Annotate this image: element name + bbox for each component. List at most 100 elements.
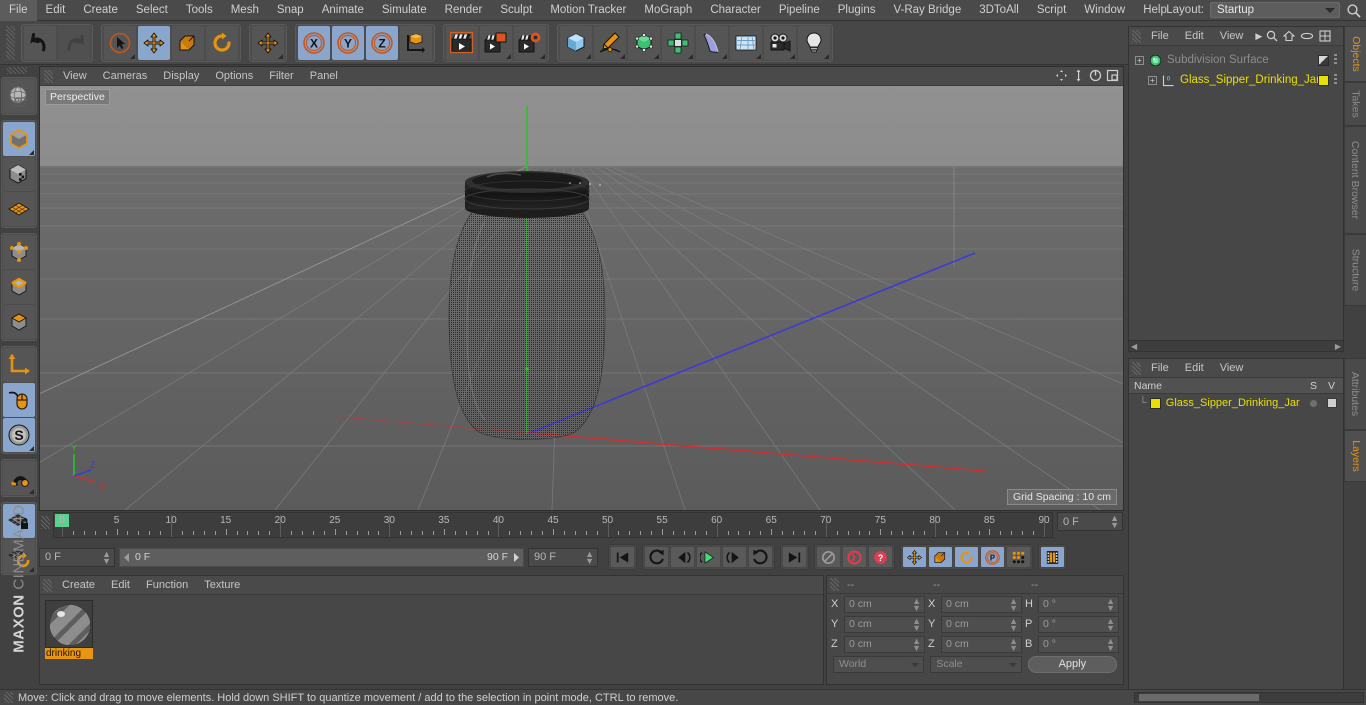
more-options-corner-icon[interactable] [506,53,511,59]
previous-key-button[interactable] [644,546,669,568]
texture-axis-button[interactable] [3,79,35,113]
viewport-menu-panel[interactable]: Panel [302,67,346,86]
menu-item-character[interactable]: Character [701,0,770,21]
spinner-icon[interactable]: ▲ ▼ [1009,636,1018,652]
more-options-corner-icon[interactable] [722,53,727,59]
menu-item-sculpt[interactable]: Sculpt [491,0,541,21]
object-name[interactable]: Glass_Sipper_Drinking_Jar [1180,74,1320,86]
menu-item-simulate[interactable]: Simulate [373,0,436,21]
viewport-3d[interactable]: Y X Z Perspective Grid Spacing : 10 cm [40,86,1123,510]
add-cube-button[interactable] [560,25,592,60]
left-toolbar-grip[interactable] [7,67,27,74]
material-menu-create[interactable]: Create [54,576,103,595]
menu-item-render[interactable]: Render [436,0,492,21]
vertical-tab-structure[interactable]: Structure [1344,234,1366,306]
autokeying-button[interactable] [842,546,867,568]
viewport-solo-button[interactable] [3,383,35,417]
more-options-corner-icon[interactable] [278,53,283,59]
object-name[interactable]: Subdivision Surface [1167,54,1269,66]
vertical-tab-layers[interactable]: Layers [1344,430,1366,482]
menu-item-3dtoall[interactable]: 3DToAll [970,0,1028,21]
model-mode-button[interactable] [3,122,35,156]
play-button[interactable] [696,546,721,568]
material-preview[interactable] [45,600,93,648]
timeline-grip[interactable] [41,516,50,529]
status-grip[interactable] [4,692,13,703]
status-hscrollbar[interactable] [1134,692,1364,703]
more-options-corner-icon[interactable] [790,53,795,59]
spinner-icon[interactable]: ▲ ▼ [1009,596,1018,612]
vertical-tab-attributes[interactable]: Attributes [1344,358,1366,430]
menu-item-motion-tracker[interactable]: Motion Tracker [541,0,635,21]
ellipse-icon[interactable] [1300,30,1314,42]
layer-grip[interactable] [1132,361,1141,375]
undo-button[interactable] [24,25,56,60]
layer-name[interactable]: Glass_Sipper_Drinking_Jar [1166,397,1300,409]
vertical-tab-takes[interactable]: Takes [1344,82,1366,126]
spinner-icon[interactable]: ▲ ▼ [1106,616,1115,632]
move-alt-button[interactable] [252,25,284,60]
spinner-icon[interactable]: ▲ ▼ [912,616,921,632]
timeline-scrub-bar[interactable]: 0 F 90 F [119,547,524,567]
menu-item-file[interactable]: File [0,0,37,21]
position-field[interactable]: 0 cm ▲ ▼ [844,615,925,633]
menu-item-select[interactable]: Select [127,0,177,21]
menu-item-snap[interactable]: Snap [268,0,313,21]
layer-menu-edit[interactable]: Edit [1177,359,1212,378]
menu-item-v-ray-bridge[interactable]: V-Ray Bridge [884,0,970,21]
visibility-dots-icon[interactable] [1334,74,1337,86]
viewport-menu-cameras[interactable]: Cameras [95,67,156,86]
param-key-button[interactable]: P [980,546,1005,568]
object-tree-row[interactable]: + Subdivision Surface [1131,50,1343,70]
add-mograph-button[interactable] [662,25,694,60]
add-floor-button[interactable] [730,25,762,60]
add-deformer-button[interactable] [696,25,728,60]
more-options-corner-icon[interactable] [756,53,761,59]
more-options-corner-icon[interactable] [654,53,659,59]
scale-tool-button[interactable] [172,25,204,60]
end-frame-field[interactable]: 90 F ▲ ▼ [528,547,598,567]
scale-key-button[interactable] [928,546,953,568]
more-options-corner-icon[interactable] [620,53,625,59]
point-level-anim-button[interactable] [1006,546,1031,568]
object-layer-swatch[interactable] [1318,55,1329,66]
goto-start-button[interactable] [610,546,635,568]
more-options-corner-icon[interactable] [29,489,34,494]
layer-menu-view[interactable]: View [1212,359,1252,378]
move-tool-button[interactable] [138,25,170,60]
more-options-corner-icon[interactable] [688,53,693,59]
object-tree-row[interactable]: +0 Glass_Sipper_Drinking_Jar [1131,70,1343,90]
search-icon[interactable] [1346,3,1362,19]
vertical-tab-content-browser[interactable]: Content Browser [1344,126,1366,234]
material-menu-edit[interactable]: Edit [103,576,138,595]
rotate-icon[interactable] [1089,69,1102,82]
position-field[interactable]: 0 cm ▲ ▼ [844,635,925,653]
frame-icon[interactable] [1319,30,1331,42]
rotation-key-button[interactable] [954,546,979,568]
next-key-button[interactable] [748,546,773,568]
render-view-button[interactable] [446,25,478,60]
object-menu-file[interactable]: File [1143,27,1177,46]
object-manager-hscrollbar[interactable]: ◀ ▶ [1129,340,1343,351]
menu-item-mograph[interactable]: MoGraph [635,0,701,21]
viewport-grip[interactable] [44,69,53,83]
menu-item-script[interactable]: Script [1028,0,1075,21]
more-options-corner-icon[interactable] [29,446,34,451]
viewport-menu-filter[interactable]: Filter [261,67,301,86]
material-menu-texture[interactable]: Texture [196,576,248,595]
viewport-menu-display[interactable]: Display [155,67,207,86]
object-menu-view[interactable]: View [1212,27,1252,46]
viewport-menu-view[interactable]: View [55,67,95,86]
toolbar-grip[interactable] [6,25,15,60]
step-back-button[interactable] [670,546,695,568]
menu-overflow-arrow-icon[interactable]: ▶ [1255,31,1262,42]
render-settings-button[interactable] [514,25,546,60]
home-icon[interactable] [1283,30,1296,42]
spinner-icon[interactable]: ▲ ▼ [912,596,921,612]
material-menu-function[interactable]: Function [138,576,196,595]
object-axis-button[interactable] [3,348,35,382]
snap-magnet-button[interactable] [3,461,35,495]
coordinate-system-select[interactable]: World [833,655,925,673]
spinner-icon[interactable]: ▲ ▼ [912,636,921,652]
lock-y-button[interactable]: Y [332,25,364,60]
